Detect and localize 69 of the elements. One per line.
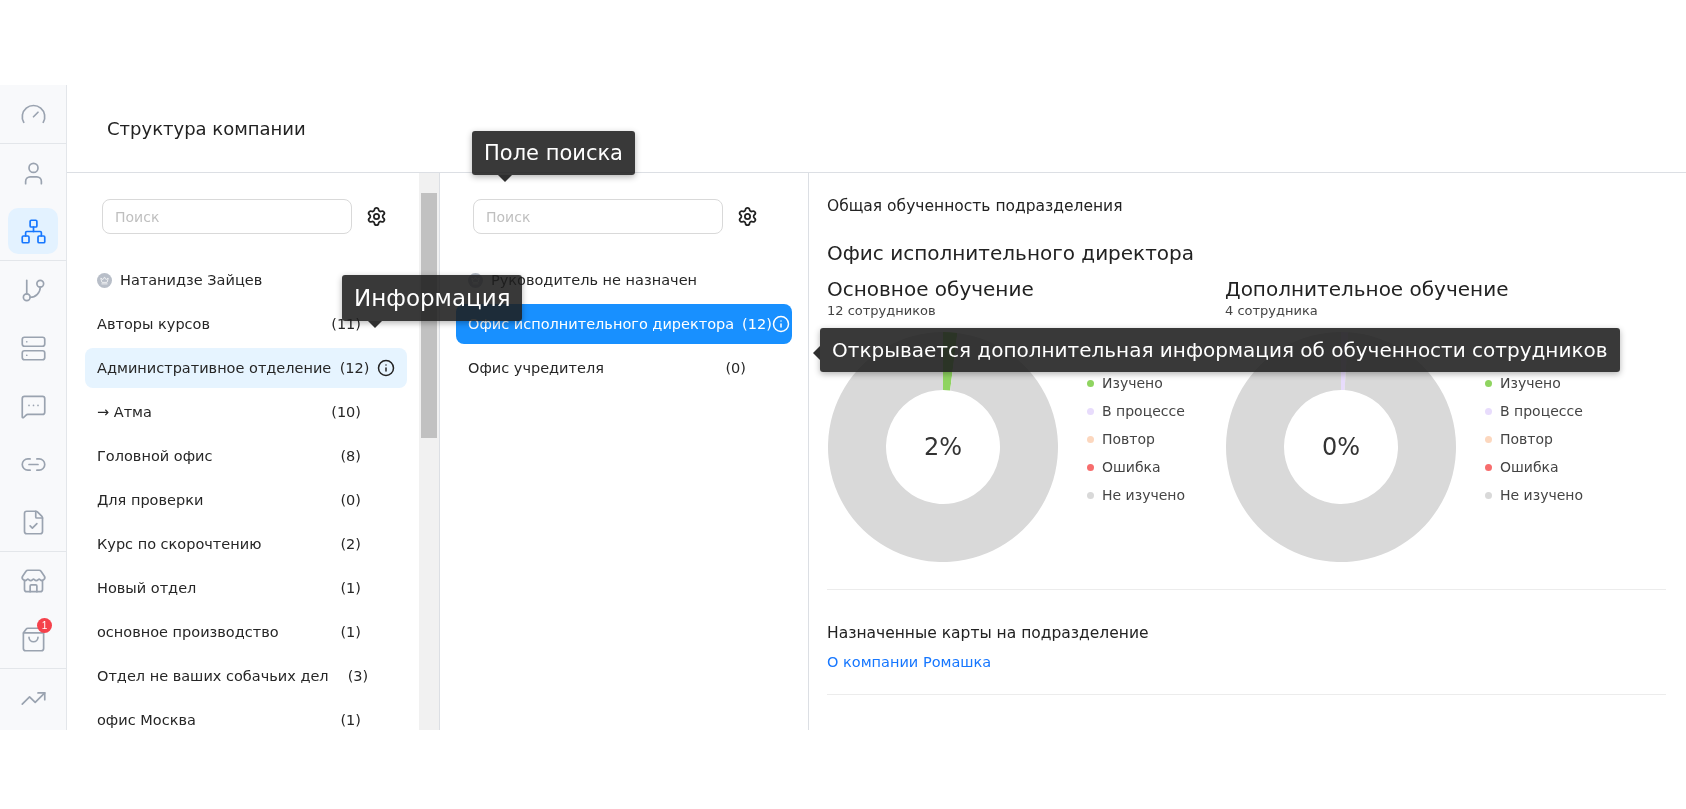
- department-item[interactable]: Административное отделение (12): [85, 348, 407, 388]
- org-chart-icon: [19, 217, 47, 245]
- page-title: Структура компании: [107, 118, 306, 139]
- legend-label: Ошибка: [1500, 459, 1559, 475]
- department-count: (1): [339, 580, 361, 596]
- legend-label: Повтор: [1102, 431, 1155, 447]
- legend-label: В процессе: [1102, 403, 1185, 419]
- department-name: Отдел не ваших собачьих дел: [97, 668, 329, 684]
- department-count: (1): [339, 712, 361, 728]
- legend-label: Ошибка: [1102, 459, 1161, 475]
- section-title: Общая обученность подразделения: [827, 197, 1124, 215]
- department-item[interactable]: Отдел не ваших собачьих дел (3): [85, 656, 407, 696]
- notification-badge: 1: [37, 618, 52, 633]
- department-name: Для проверки: [97, 492, 205, 508]
- department-item[interactable]: → Атма (10): [85, 392, 407, 432]
- department-name: Новый отдел: [97, 580, 198, 596]
- nav-button[interactable]: 1: [8, 616, 58, 662]
- department-item[interactable]: офис Москва (1): [85, 700, 407, 730]
- info-icon[interactable]: [377, 359, 395, 377]
- department-name: Административное отделение: [97, 360, 332, 376]
- department-name: Офис исполнительного директора: [468, 316, 735, 332]
- department-item[interactable]: Офис учредителя (0): [456, 348, 792, 388]
- tooltip-pointer: [368, 321, 382, 328]
- nav-button[interactable]: [8, 208, 58, 254]
- department-name: Головной офис: [97, 448, 214, 464]
- legend-label: Не изучено: [1102, 487, 1186, 503]
- search-field[interactable]: Поиск: [102, 199, 352, 234]
- department-item[interactable]: Курс по скорочтению (2): [85, 524, 407, 564]
- settings-icon[interactable]: [737, 206, 758, 227]
- crown-icon: [97, 272, 112, 288]
- department-count: (12): [339, 360, 370, 376]
- legend-label: Изучено: [1102, 375, 1163, 391]
- search-field[interactable]: Поиск: [473, 199, 723, 234]
- legend-label: Повтор: [1500, 431, 1553, 447]
- chart-title: Дополнительное обучение: [1225, 277, 1510, 301]
- store-icon: [19, 567, 47, 595]
- department-item[interactable]: основное производство (1): [85, 612, 407, 652]
- settings-icon[interactable]: [366, 206, 387, 227]
- employee-count: 12 сотрудников: [827, 303, 937, 319]
- unit-title: Офис исполнительного директора: [827, 241, 1196, 265]
- department-count: (0): [339, 492, 361, 508]
- legend-label: Не изучено: [1500, 487, 1584, 503]
- department-count: (3): [346, 668, 369, 684]
- legend-label: Изучено: [1500, 375, 1561, 391]
- employee-count: 4 сотрудника: [1225, 303, 1319, 319]
- department-name: → Атма: [97, 404, 153, 420]
- manager-name: Натанидзе Зайцев: [120, 272, 264, 288]
- legend-label: В процессе: [1500, 403, 1583, 419]
- department-name: основное производство: [97, 624, 280, 640]
- department-count: (11): [330, 316, 361, 332]
- department-count: (0): [724, 360, 746, 376]
- department-name: офис Москва: [97, 712, 197, 728]
- card-link[interactable]: О компании Ромашка: [827, 654, 992, 670]
- server-icon: [19, 334, 47, 362]
- department-count: (12): [742, 316, 772, 332]
- department-count: (8): [339, 448, 361, 464]
- department-item[interactable]: Новый отдел (1): [85, 568, 407, 608]
- department-count: (10): [330, 404, 361, 420]
- department-count: (1): [339, 624, 361, 640]
- department-name: Авторы курсов: [97, 316, 211, 332]
- chart-title: Основное обучение: [827, 277, 1035, 301]
- department-item[interactable]: Для проверки (0): [85, 480, 407, 520]
- assigned-title: Назначенные карты на подразделение: [827, 624, 1150, 642]
- tooltip-pointer: [813, 346, 820, 360]
- tooltip-pointer: [498, 175, 512, 182]
- department-name: Курс по скорочтению: [97, 536, 263, 552]
- department-count: (2): [339, 536, 361, 552]
- department-item[interactable]: Головной офис (8): [85, 436, 407, 476]
- department-name: Офис учредителя: [468, 360, 605, 376]
